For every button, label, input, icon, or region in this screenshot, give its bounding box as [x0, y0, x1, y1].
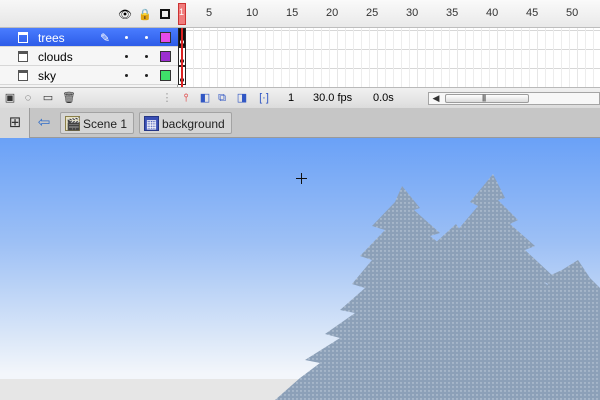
crosshair-cursor-icon [296, 173, 307, 184]
layer-panel: 👁 🔒 trees ✎ clouds sky [0, 0, 178, 87]
layer-icon [18, 70, 28, 81]
ruler-label: 5 [206, 7, 213, 19]
elapsed-time: 0.0s [373, 92, 394, 104]
layer-icon [18, 32, 28, 43]
panel-grip-icon[interactable]: ⋮ [161, 92, 173, 104]
scroll-left-arrow-icon[interactable]: ◀ [430, 93, 442, 104]
eye-icon[interactable]: 👁 [118, 8, 132, 21]
add-motion-guide-icon[interactable]: ◌ [22, 92, 34, 104]
visibility-dot[interactable] [125, 55, 128, 58]
ruler-label: 20 [326, 7, 339, 19]
center-frame-icon[interactable]: ⫯ [180, 92, 192, 104]
playhead-line [181, 28, 183, 87]
edit-multiple-frames-icon[interactable]: ◨ [236, 92, 248, 104]
edit-bar: ⊞ ⇦ 🎬 Scene 1 ▦ background [0, 108, 600, 138]
onion-skin-outlines-icon[interactable]: ⧉ [216, 92, 228, 104]
layer-color-swatch[interactable] [160, 70, 171, 81]
layer-icon [18, 51, 28, 62]
ruler-label: 15 [286, 7, 299, 19]
breadcrumb-scene-label: Scene 1 [83, 117, 128, 131]
layer-row-clouds[interactable]: clouds [0, 47, 178, 66]
frame-grid[interactable] [178, 28, 600, 87]
frame-ruler[interactable]: 1 5 10 15 20 25 30 35 40 45 50 [178, 0, 600, 28]
lock-dot[interactable] [145, 36, 148, 39]
breadcrumb-scene[interactable]: 🎬 Scene 1 [60, 112, 135, 134]
layer-name: trees [38, 31, 65, 45]
breadcrumb-symbol[interactable]: ▦ background [139, 112, 232, 134]
pencil-icon: ✎ [100, 31, 111, 45]
frames-panel[interactable]: 1 5 10 15 20 25 30 35 40 45 50 [178, 0, 600, 87]
ruler-label: 40 [486, 7, 499, 19]
ruler-label: 30 [406, 7, 419, 19]
ruler-label: 35 [446, 7, 459, 19]
layer-header: 👁 🔒 [0, 0, 178, 28]
timeline-toggle-icon: ⊞ [8, 114, 22, 131]
scroll-thumb[interactable]: |||| [445, 94, 529, 103]
lock-dot[interactable] [145, 74, 148, 77]
layer-color-swatch[interactable] [160, 51, 171, 62]
ruler-label: 10 [246, 7, 259, 19]
clapperboard-icon: 🎬 [65, 116, 81, 131]
ruler-label: 45 [526, 7, 539, 19]
new-folder-icon[interactable]: ▭ [42, 92, 54, 104]
ruler-label: 50 [566, 7, 579, 19]
frame-rate[interactable]: 30.0 fps [313, 92, 352, 104]
stage[interactable] [0, 138, 600, 400]
visibility-dot[interactable] [125, 74, 128, 77]
breadcrumb-symbol-label: background [162, 117, 225, 131]
timeline-panel: 👁 🔒 trees ✎ clouds sky 1 5 10 15 20 25 3… [0, 0, 600, 108]
layer-color-swatch[interactable] [160, 32, 171, 43]
onion-skin-icon[interactable]: ◧ [199, 92, 211, 104]
modify-onion-markers-icon[interactable]: [·] [258, 92, 270, 104]
timeline-footer: ▣ ◌ ▭ 🗑 ⋮ ⫯ ◧ ⧉ ◨ [·] 1 30.0 fps 0.0s ◀ … [0, 87, 600, 108]
visibility-dot[interactable] [125, 36, 128, 39]
layer-name: clouds [38, 50, 73, 64]
layer-row-sky[interactable]: sky [0, 66, 178, 85]
timeline-scrollbar[interactable]: ◀ |||| [428, 92, 600, 105]
new-layer-icon[interactable]: ▣ [4, 92, 16, 104]
timeline-toggle[interactable]: ⊞ [0, 108, 30, 138]
current-frame: 1 [288, 92, 295, 104]
back-arrow-icon[interactable]: ⇦ [34, 113, 54, 133]
lock-icon[interactable]: 🔒 [138, 8, 152, 21]
lock-dot[interactable] [145, 55, 148, 58]
ruler-label: 1 [179, 7, 185, 17]
layer-name: sky [38, 69, 56, 83]
outline-square-icon[interactable] [159, 8, 171, 20]
symbol-icon: ▦ [144, 116, 159, 131]
layer-row-trees[interactable]: trees ✎ [0, 28, 178, 47]
trash-icon[interactable]: 🗑 [62, 92, 76, 104]
ruler-label: 25 [366, 7, 379, 19]
